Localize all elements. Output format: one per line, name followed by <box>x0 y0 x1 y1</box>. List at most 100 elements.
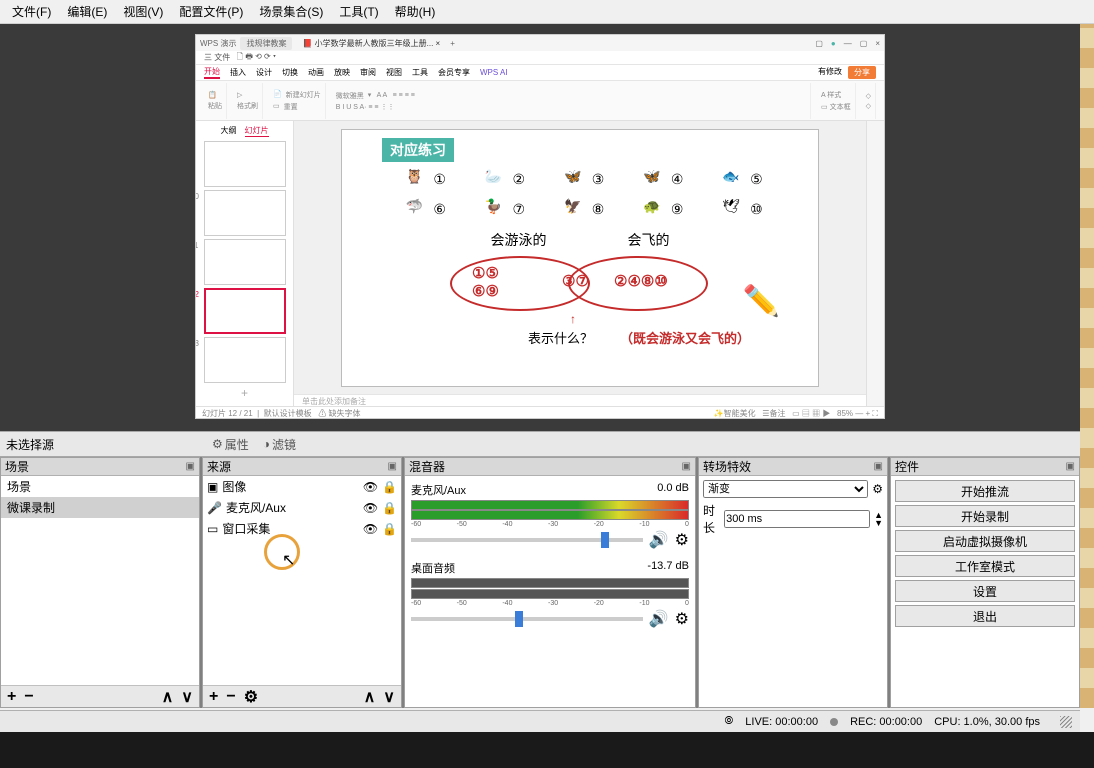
meter <box>411 589 689 599</box>
live-status: LIVE: 00:00:00 <box>745 716 818 728</box>
source-toolbar-row: 未选择源 属性 ◑滤镜 <box>0 431 1080 457</box>
wps-titlebar: WPS 演示 找规律教案 📕 小学数学最新人教版三年级上册... × + ▢ ●… <box>196 35 884 51</box>
wps-tab-start: 开始 <box>204 66 220 79</box>
window-icon: ▭ <box>207 522 218 536</box>
popout-icon[interactable]: ▣ <box>682 461 691 472</box>
menu-view[interactable]: 视图(V) <box>115 1 171 22</box>
popout-icon[interactable]: ▣ <box>874 461 883 472</box>
menu-scenes[interactable]: 场景集合(S) <box>251 1 331 22</box>
popout-icon[interactable]: ▣ <box>1066 461 1075 472</box>
properties-button[interactable]: 属性 <box>206 434 255 455</box>
scenes-list[interactable]: 场景 微课录制 <box>1 476 199 685</box>
source-item[interactable]: 🎤麦克风/Aux👁🔒 <box>203 497 401 518</box>
filter-icon: ◑ <box>263 437 270 451</box>
mixer-channel-desktop: 桌面音频-13.7 dB -60-50-40-30-20-100 🔊 <box>411 560 689 629</box>
transitions-dock: 转场特效▣ 渐变 时长 ▲▼ <box>698 457 888 708</box>
thumb-12 <box>204 288 286 334</box>
scene-down-button[interactable]: ∨ <box>179 687 195 707</box>
meter <box>411 578 689 588</box>
wps-doc-tab-1: 找规律教案 <box>240 37 292 50</box>
speaker-icon[interactable]: 🔊 <box>649 530 669 550</box>
source-up-button[interactable]: ∧ <box>362 687 378 707</box>
thumb-11 <box>204 239 286 285</box>
volume-slider[interactable] <box>411 538 643 542</box>
gear-icon <box>212 437 223 451</box>
sources-title: 来源 <box>207 458 231 475</box>
settings-button[interactable]: 设置 <box>895 580 1075 602</box>
meter <box>411 510 689 520</box>
slide-content: 对应练习 🦉① 🦢② 🦋③ 🦋④ 🐟⑤ 🦈⑥ 🦆⑦ 🦅⑧ <box>341 129 819 387</box>
image-icon: ▣ <box>207 480 218 494</box>
no-source-label: 未选择源 <box>0 436 200 453</box>
animal-row-1: 🦉① 🦢② 🦋③ 🦋④ 🐟⑤ <box>382 168 778 192</box>
thumb-9 <box>204 141 286 187</box>
eye-icon[interactable]: 👁 <box>363 501 378 515</box>
statusbar: ⦾ LIVE: 00:00:00 REC: 00:00:00 CPU: 1.0%… <box>0 710 1080 732</box>
source-down-button[interactable]: ∨ <box>381 687 397 707</box>
transition-settings-button[interactable] <box>872 482 883 496</box>
meter <box>411 500 689 510</box>
wps-user-icon: ● <box>831 39 836 48</box>
sources-list[interactable]: ▣图像👁🔒 🎤麦克风/Aux👁🔒 ▭窗口采集👁🔒 <box>203 476 401 685</box>
studio-mode-button[interactable]: 工作室模式 <box>895 555 1075 577</box>
wps-app-tab: WPS 演示 <box>200 38 236 49</box>
lock-icon[interactable]: 🔒 <box>382 501 397 515</box>
source-item[interactable]: ▣图像👁🔒 <box>203 476 401 497</box>
start-virtualcam-button[interactable]: 启动虚拟摄像机 <box>895 530 1075 552</box>
menubar: 文件(F) 编辑(E) 视图(V) 配置文件(P) 场景集合(S) 工具(T) … <box>0 0 1094 24</box>
wps-statusbar: 幻灯片 12 / 21 | 默认设计模板 ⚠ 缺失字体 ✨智能美化 ☰备注 ▭ … <box>196 406 884 420</box>
scenes-dock: 场景 ▣ 场景 微课录制 + − ∧ ∨ <box>0 457 200 708</box>
wps-thumbnail-panel: 大纲幻灯片 9 10 11 12 13 + <box>196 121 294 406</box>
speaker-icon[interactable]: 🔊 <box>649 609 669 629</box>
decorative-strip <box>1080 24 1094 708</box>
scenes-title: 场景 <box>5 458 29 475</box>
start-streaming-button[interactable]: 开始推流 <box>895 480 1075 502</box>
venn-diagram: 会游泳的会飞的 ①⑤ ⑥⑨ ③⑦ ②④⑧⑩ ↑ 表示什么？ （既会游泳又会飞的）… <box>382 230 778 340</box>
filters-button[interactable]: ◑滤镜 <box>257 434 302 455</box>
remove-scene-button[interactable]: − <box>22 688 35 706</box>
wps-rightpanel <box>866 121 884 406</box>
mixer-dock: 混音器▣ 麦克风/Aux0.0 dB -60-50-40-30-20-100 🔊… <box>404 457 696 708</box>
lock-icon[interactable]: 🔒 <box>382 480 397 494</box>
exit-button[interactable]: 退出 <box>895 605 1075 627</box>
animal-row-2: 🦈⑥ 🦆⑦ 🦅⑧ 🐢⑨ 🕊⑩ <box>382 198 778 222</box>
sources-dock: 来源▣ ▣图像👁🔒 🎤麦克风/Aux👁🔒 ▭窗口采集👁🔒 + − ∧ ∨ <box>202 457 402 708</box>
add-scene-button[interactable]: + <box>5 688 18 706</box>
cpu-status: CPU: 1.0%, 30.00 fps <box>934 716 1040 728</box>
scene-item[interactable]: 场景 <box>1 476 199 497</box>
scene-item[interactable]: 微课录制 <box>1 497 199 518</box>
wps-ribbon: 📋粘贴 ▷格式刷 📄 新建幻灯片▭ 重置 微软雅黑 ▾ A A ≡ ≡ ≡ ≡B… <box>196 81 884 121</box>
channel-settings-button[interactable] <box>675 609 689 629</box>
preview-area[interactable]: WPS 演示 找规律教案 📕 小学数学最新人教版三年级上册... × + ▢ ●… <box>0 24 1080 431</box>
menu-file[interactable]: 文件(F) <box>4 1 59 22</box>
volume-slider[interactable] <box>411 617 643 621</box>
popout-icon[interactable]: ▣ <box>186 461 195 472</box>
scene-up-button[interactable]: ∧ <box>160 687 176 707</box>
slide-notes: 单击此处添加备注 <box>294 394 866 406</box>
spinner-icon[interactable]: ▲▼ <box>874 511 883 527</box>
wps-min-icon: ▢ <box>815 39 823 48</box>
lock-icon[interactable]: 🔒 <box>382 522 397 536</box>
menu-edit[interactable]: 编辑(E) <box>59 1 115 22</box>
popout-icon[interactable]: ▣ <box>388 461 397 472</box>
duration-input[interactable] <box>724 510 870 528</box>
source-settings-button[interactable] <box>242 687 260 707</box>
eye-icon[interactable]: 👁 <box>363 480 378 494</box>
source-item[interactable]: ▭窗口采集👁🔒 <box>203 518 401 539</box>
controls-dock: 控件 ▣ 开始推流 开始录制 启动虚拟摄像机 工作室模式 设置 退出 <box>890 457 1080 708</box>
mixer-title: 混音器 <box>409 458 445 475</box>
add-source-button[interactable]: + <box>207 688 220 706</box>
broadcast-icon: ⦾ <box>724 715 733 728</box>
transition-type-select[interactable]: 渐变 <box>703 480 868 498</box>
docks: 场景▣ 场景 微课录制 + − ∧ ∨ 来源▣ ▣图像👁🔒 🎤麦克风/Aux👁🔒… <box>0 457 1080 708</box>
resize-grip[interactable] <box>1060 716 1072 728</box>
menu-help[interactable]: 帮助(H) <box>387 1 444 22</box>
start-recording-button[interactable]: 开始录制 <box>895 505 1075 527</box>
menu-tools[interactable]: 工具(T) <box>331 1 386 22</box>
menu-profile[interactable]: 配置文件(P) <box>171 1 251 22</box>
eye-icon[interactable]: 👁 <box>363 522 378 536</box>
remove-source-button[interactable]: − <box>224 688 237 706</box>
controls-title: 控件 <box>895 458 919 475</box>
channel-settings-button[interactable] <box>675 530 689 550</box>
wps-ribbon-tabs: 开始 插入 设计 切换 动画 放映 审阅 视图 工具 会员专享 WPS AI 有… <box>196 65 884 81</box>
